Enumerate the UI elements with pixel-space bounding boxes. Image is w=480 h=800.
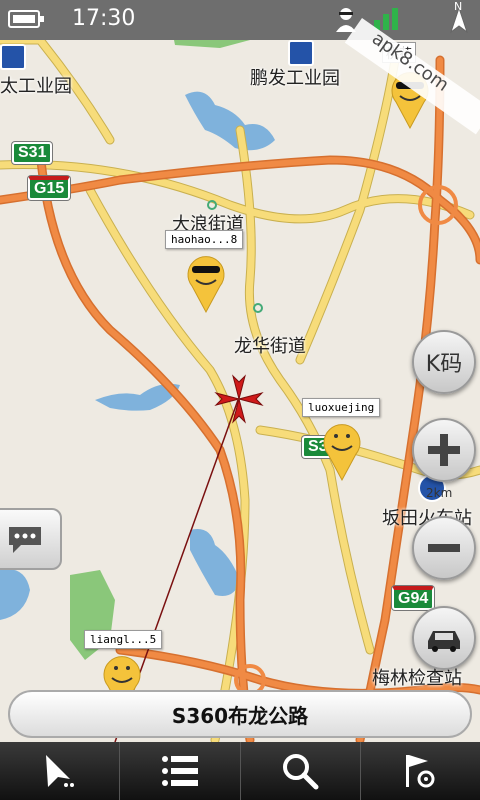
k-code-button[interactable]: K码 (412, 330, 476, 394)
current-road-bar[interactable]: S360布龙公路 (8, 690, 472, 738)
factory-icon (0, 44, 26, 70)
zoom-in-button[interactable] (412, 418, 476, 482)
plus-icon (428, 434, 460, 466)
traffic-button[interactable] (412, 606, 476, 670)
friend-pin-icon[interactable] (320, 420, 364, 482)
friend-pin-icon[interactable] (184, 252, 228, 314)
search-button[interactable] (241, 742, 361, 800)
map-scale: 2km (426, 486, 453, 500)
flag-settings-button[interactable] (361, 742, 480, 800)
car-icon (428, 631, 460, 652)
minus-icon (428, 544, 460, 552)
current-location-icon (214, 374, 264, 424)
place-label[interactable]: 鹏发工业园 (250, 64, 340, 90)
menu-list-icon (161, 756, 198, 786)
watermark: apk8.com (344, 0, 480, 135)
factory-icon (288, 40, 314, 66)
k-code-label: K码 (425, 352, 463, 377)
current-road-name: S360布龙公路 (171, 703, 309, 728)
place-label[interactable]: 太工业园 (0, 72, 72, 98)
search-icon (283, 754, 319, 790)
friend-tag[interactable]: luoxuejing (302, 398, 381, 417)
zoom-out-button[interactable] (412, 516, 476, 580)
status-time: 17:30 (72, 6, 136, 31)
friend-tag[interactable]: liangl...5 (84, 630, 163, 649)
road-shield-g15: G15 (28, 176, 71, 200)
menu-button[interactable] (120, 742, 241, 800)
road-shield-s31: S31 (12, 142, 53, 164)
chat-button[interactable] (0, 508, 62, 570)
battery-icon (8, 10, 44, 28)
navigate-arrow-icon (45, 755, 74, 787)
place-label[interactable]: 龙华街道 (234, 332, 306, 358)
navigate-button[interactable] (0, 742, 121, 800)
flag-settings-icon (406, 755, 435, 788)
map-view[interactable]: 太工业园 鹏发工业园 桃花 大浪街道 龙华街道 坂田火车站 梅林检查站 S31 … (0, 40, 480, 742)
bottom-toolbar (0, 742, 480, 800)
friend-tag[interactable]: haohao...8 (165, 230, 244, 249)
road-shield-g94: G94 (392, 586, 435, 610)
chat-bubble-icon (9, 527, 41, 553)
